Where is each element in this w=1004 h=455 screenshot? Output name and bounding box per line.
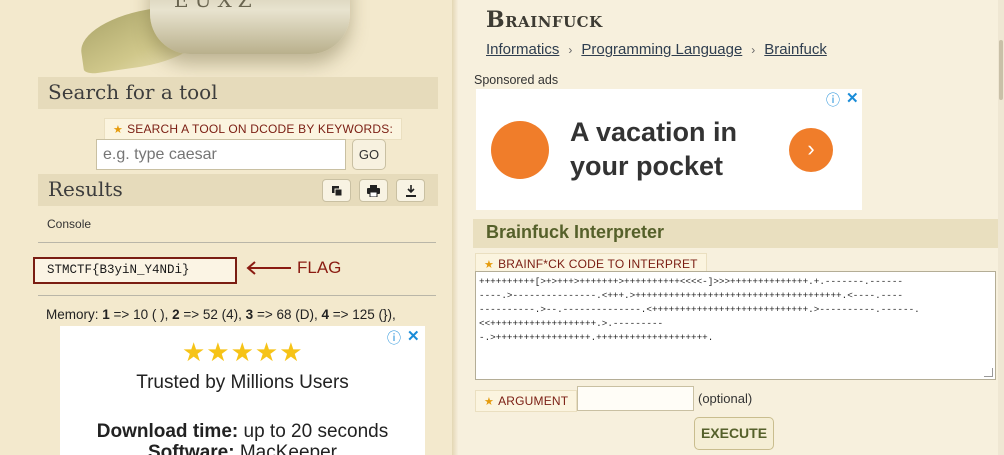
download-time-label: Download time: [96, 421, 239, 442]
go-button[interactable]: GO [352, 139, 386, 170]
download-results-button[interactable] [396, 179, 425, 202]
logo-cipher-roll: EUXZ [150, 0, 350, 54]
search-input[interactable] [96, 139, 346, 170]
page-title: Brainfuck [486, 7, 603, 33]
memory-dump: Memory: 1 => 10 ( ), 2 => 52 (4), 3 => 6… [46, 307, 396, 322]
rating-stars-icon: ★★★★★ [182, 337, 304, 367]
interpreter-section-title: Brainfuck Interpreter [473, 219, 1001, 248]
execute-button[interactable]: EXECUTE [694, 417, 774, 450]
arrow-left-icon [246, 261, 291, 275]
chevron-right-icon[interactable]: › [789, 128, 833, 172]
argument-label: ★ ARGUMENT [475, 390, 578, 412]
search-section-title: Search for a tool [38, 77, 438, 109]
right-column: Brainfuck Informatics › Programming Langua… [458, 0, 1004, 455]
adchoices-icon[interactable]: ⓘ [826, 90, 840, 110]
ad-headline-line2: your pocket [570, 151, 724, 181]
ad-circle-logo [491, 121, 549, 179]
code-label-text: BRAINF*CK CODE TO INTERPRET [498, 257, 698, 271]
chevron-right-icon: › [751, 43, 756, 57]
divider [38, 295, 436, 296]
ad-software: Software: MacKeeper [60, 442, 425, 455]
memory-cell-value: => 68 (D), [253, 307, 318, 322]
argument-input[interactable] [577, 386, 694, 411]
adchoices-icon[interactable]: ⓘ [387, 328, 401, 348]
star-icon: ★ [484, 396, 495, 408]
memory-cell-index: 1 [102, 307, 110, 322]
memory-cell-value: => 10 ( ), [109, 307, 169, 322]
sponsored-label: Sponsored ads [474, 73, 559, 87]
copy-icon [331, 186, 342, 197]
memory-cell-index: 2 [172, 307, 180, 322]
left-advertisement[interactable]: ⓘ ✕ ★★★★★ Trusted by Millions Users Down… [60, 326, 425, 455]
optional-hint: (optional) [698, 391, 753, 406]
code-text[interactable]: ++++++++++[>+>+++>+++++++>++++++++++<<<<… [479, 276, 920, 343]
memory-cell-index: 4 [321, 307, 329, 322]
ad-headline: A vacation in your pocket [570, 115, 737, 183]
flag-annotation: FLAG [297, 258, 342, 277]
star-icon: ★ [484, 259, 495, 271]
star-icon: ★ [113, 124, 124, 136]
search-label-text: SEARCH A TOOL ON DCODE BY KEYWORDS: [127, 122, 394, 136]
download-icon [405, 185, 416, 197]
logo-letters: EUXZ [174, 0, 258, 12]
software-label: Software: [147, 442, 235, 455]
search-label: ★ SEARCH A TOOL ON DCODE BY KEYWORDS: [104, 118, 403, 140]
ad-download-time: Download time: up to 20 seconds [60, 421, 425, 443]
argument-label-text: ARGUMENT [498, 394, 569, 408]
copy-results-button[interactable] [322, 179, 351, 202]
memory-prefix: Memory: [46, 307, 99, 322]
dcode-logo[interactable]: EUXZ [76, 0, 380, 75]
close-ad-icon[interactable]: ✕ [846, 89, 859, 107]
scrollbar-thumb[interactable] [999, 40, 1003, 100]
memory-cell-value: => 125 (}), [329, 307, 396, 322]
close-ad-icon[interactable]: ✕ [407, 327, 420, 345]
download-time-value: up to 20 seconds [238, 421, 389, 442]
software-value: MacKeeper [234, 442, 338, 455]
breadcrumb-programming-language[interactable]: Programming Language [581, 41, 742, 58]
right-advertisement[interactable]: ⓘ ✕ A vacation in your pocket › [476, 89, 862, 210]
divider [38, 242, 436, 243]
left-column: EUXZ Search for a tool ★ SEARCH A TOOL ON… [0, 0, 452, 455]
code-textarea[interactable]: ++++++++++[>+>+++>+++++++>++++++++++<<<<… [475, 271, 996, 380]
print-results-button[interactable] [359, 179, 388, 202]
console-label: Console [47, 217, 92, 231]
breadcrumb-brainfuck[interactable]: Brainfuck [764, 41, 827, 58]
flag-output[interactable]: STMCTF{B3yiN_Y4NDi} [33, 257, 237, 284]
page-scrollbar[interactable] [998, 0, 1004, 455]
ad-headline: Trusted by Millions Users [136, 372, 349, 393]
chevron-right-icon: › [568, 43, 573, 57]
print-icon [367, 185, 380, 198]
breadcrumb-informatics[interactable]: Informatics [486, 41, 559, 58]
ad-headline-line1: A vacation in [570, 117, 738, 147]
breadcrumb: Informatics › Programming Language › Brainfu… [486, 41, 827, 58]
memory-cell-value: => 52 (4), [179, 307, 242, 322]
resize-handle-icon[interactable] [984, 368, 993, 377]
